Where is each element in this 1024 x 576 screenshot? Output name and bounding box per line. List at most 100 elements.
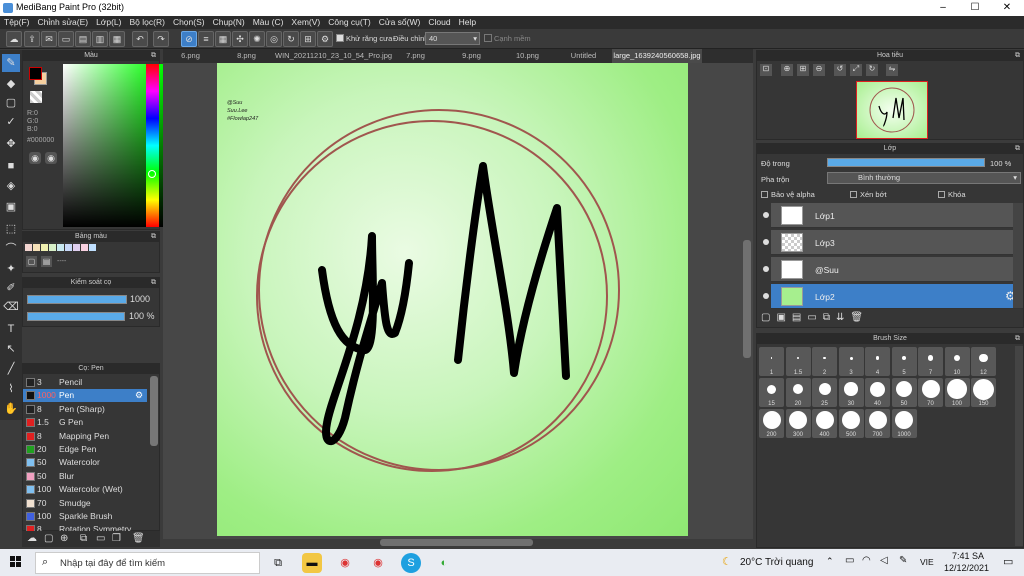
lock-checkbox[interactable] bbox=[938, 191, 945, 198]
brush-size-option[interactable]: 7 bbox=[918, 347, 943, 376]
brush-folder-icon[interactable]: ▭ bbox=[96, 533, 105, 544]
menu-file[interactable]: Tệp(F) bbox=[4, 16, 30, 29]
zoom-out-icon[interactable]: ⊖ bbox=[813, 64, 825, 76]
medibang-icon[interactable]: ◐ bbox=[434, 553, 454, 573]
menu-layer[interactable]: Lớp(L) bbox=[96, 16, 121, 29]
layer-row[interactable]: @Suu bbox=[771, 257, 1023, 282]
chevron-up-icon[interactable]: ⌃ bbox=[826, 556, 834, 567]
brush-list-scrollbar[interactable] bbox=[150, 376, 158, 446]
brush-size-option[interactable]: 12 bbox=[971, 347, 996, 376]
panel-menu-icon[interactable]: ⧉ bbox=[1015, 51, 1020, 61]
brush-size-scrollbar[interactable] bbox=[1015, 346, 1023, 546]
primary-color-swatch[interactable] bbox=[29, 67, 42, 80]
weather-text[interactable]: 20°C Trời quang bbox=[740, 557, 813, 568]
file-explorer-icon[interactable]: ▬ bbox=[302, 553, 322, 573]
move-tool-icon[interactable]: ✥ bbox=[2, 135, 20, 153]
brush-size-option[interactable]: 3 bbox=[838, 347, 864, 376]
brush-size-option[interactable]: 1.5 bbox=[785, 347, 811, 376]
brush-size-option[interactable]: 200 bbox=[759, 409, 784, 438]
tab-10-png[interactable]: 10.png bbox=[500, 49, 555, 63]
palette-icon[interactable]: ◉ bbox=[29, 152, 41, 164]
brush-size-option[interactable]: 20 bbox=[785, 378, 811, 407]
taskbar-search[interactable]: ⌕ Nhập tại đây để tìm kiếm bbox=[35, 552, 260, 574]
blend-mode-select[interactable]: Bình thường ▾ bbox=[827, 172, 1021, 184]
task-view-icon[interactable]: ⧉ bbox=[268, 553, 288, 573]
zoom-actual-icon[interactable]: ⊞ bbox=[797, 64, 809, 76]
comment-icon[interactable]: ✉ bbox=[41, 31, 57, 47]
brush-cloud-icon[interactable]: ☁ bbox=[27, 533, 37, 544]
brush-list-item[interactable]: 70 Smudge bbox=[23, 497, 147, 510]
chrome-profile-icon[interactable]: ◉ bbox=[368, 553, 388, 573]
navigator-preview[interactable] bbox=[856, 81, 928, 139]
color-swatch[interactable] bbox=[81, 244, 88, 251]
menu-help[interactable]: Help bbox=[459, 16, 476, 29]
tab-7-png[interactable]: 7.png bbox=[388, 49, 443, 63]
brush-size-option[interactable]: 4 bbox=[865, 347, 890, 376]
layer-scrollbar[interactable] bbox=[1013, 203, 1023, 308]
color-swatch[interactable] bbox=[41, 244, 48, 251]
brush-size-option[interactable]: 70 bbox=[918, 378, 943, 407]
hue-slider[interactable] bbox=[146, 64, 159, 227]
clock-date[interactable]: 12/12/2021 bbox=[944, 563, 989, 573]
cloud-icon[interactable]: ☁ bbox=[6, 31, 22, 47]
visibility-icon[interactable] bbox=[763, 239, 769, 245]
layer-row[interactable]: Lớp1 bbox=[771, 203, 1023, 228]
brush-tool-icon[interactable]: ✎ bbox=[2, 54, 20, 72]
export-icon[interactable]: ⇪ bbox=[24, 31, 40, 47]
perspective-icon[interactable]: ✣ bbox=[232, 31, 248, 47]
rotate-right-icon[interactable]: ↻ bbox=[866, 64, 878, 76]
gear-icon[interactable]: ⚙ bbox=[317, 31, 333, 47]
parallel-snap-icon[interactable]: ≡ bbox=[198, 31, 214, 47]
brush-size-option[interactable]: 700 bbox=[865, 409, 890, 438]
drawing-canvas[interactable]: @Suu Suu.Lee #Flowlap247 bbox=[217, 63, 688, 536]
volume-icon[interactable]: ◁ bbox=[880, 555, 888, 566]
notification-icon[interactable]: ▭ bbox=[1003, 555, 1013, 568]
tab-untitled[interactable]: Untitled bbox=[556, 49, 611, 63]
menu-snap[interactable]: Chụp(N) bbox=[213, 16, 245, 29]
skype-icon[interactable]: S bbox=[401, 553, 421, 573]
brush-size-option[interactable]: 1000 bbox=[891, 409, 917, 438]
hue-handle[interactable] bbox=[148, 170, 156, 178]
panel-menu-icon[interactable]: ⧉ bbox=[151, 51, 156, 61]
radial-snap-icon[interactable]: ✺ bbox=[249, 31, 265, 47]
select-tool-icon[interactable]: ⬚ bbox=[2, 220, 20, 238]
new-folder-icon[interactable]: ▭ bbox=[807, 312, 822, 323]
brush-size-option[interactable]: 400 bbox=[812, 409, 837, 438]
rotate-left-icon[interactable]: ↺ bbox=[834, 64, 846, 76]
menu-window[interactable]: Cửa sổ(W) bbox=[379, 16, 421, 29]
gear-icon[interactable]: ⚙ bbox=[135, 389, 143, 402]
brush-duplicate-icon[interactable]: ❐ bbox=[112, 533, 121, 544]
text-tool-icon[interactable]: T bbox=[2, 320, 20, 338]
page-icon[interactable]: ▤ bbox=[75, 31, 91, 47]
palette-settings-icon[interactable]: ▤ bbox=[41, 256, 52, 267]
layer-opacity-slider[interactable] bbox=[827, 158, 985, 167]
brush-copy-icon[interactable]: ⧉ bbox=[80, 533, 87, 544]
new-halftone-layer-icon[interactable]: ▣ bbox=[776, 312, 791, 323]
delete-layer-icon[interactable]: 🗑 bbox=[850, 312, 869, 323]
brush-list-item[interactable]: 50 Watercolor bbox=[23, 456, 147, 469]
antialias-checkbox[interactable] bbox=[336, 34, 344, 42]
dot-pen-icon[interactable]: ✓ bbox=[2, 113, 20, 131]
rect-tool-icon[interactable]: ▢ bbox=[2, 94, 20, 112]
visibility-icon[interactable] bbox=[763, 212, 769, 218]
select-eraser-icon[interactable]: ⌫ bbox=[2, 298, 20, 316]
new-8bit-layer-icon[interactable]: ▤ bbox=[792, 312, 807, 323]
visibility-icon[interactable] bbox=[763, 266, 769, 272]
brush-size-option[interactable]: 40 bbox=[865, 378, 890, 407]
brush-size-option[interactable]: 1 bbox=[759, 347, 784, 376]
color-swatch[interactable] bbox=[73, 244, 80, 251]
duplicate-layer-icon[interactable]: ⧉ bbox=[823, 312, 836, 323]
language-indicator[interactable]: VIE bbox=[920, 557, 934, 567]
brush-size-slider[interactable] bbox=[27, 295, 127, 304]
brush-size-option[interactable]: 2 bbox=[812, 347, 837, 376]
tab-large-jpg[interactable]: large_1639240560658.jpg bbox=[612, 49, 702, 63]
hand-tool-icon[interactable]: ✋ bbox=[2, 400, 20, 418]
brush-delete-icon[interactable]: 🗑 bbox=[132, 533, 145, 544]
lasso-tool-icon[interactable]: ⌒ bbox=[2, 240, 20, 258]
tab-win-jpg[interactable]: WIN_20211210_23_10_54_Pro.jpg bbox=[275, 49, 392, 63]
clock-time[interactable]: 7:41 SA bbox=[952, 551, 984, 561]
panel-menu-icon[interactable]: ⧉ bbox=[151, 232, 156, 242]
edge-checkbox[interactable] bbox=[484, 34, 492, 42]
bucket-tool-icon[interactable]: ◈ bbox=[2, 177, 20, 195]
new-layer-icon[interactable]: ▢ bbox=[761, 312, 776, 323]
